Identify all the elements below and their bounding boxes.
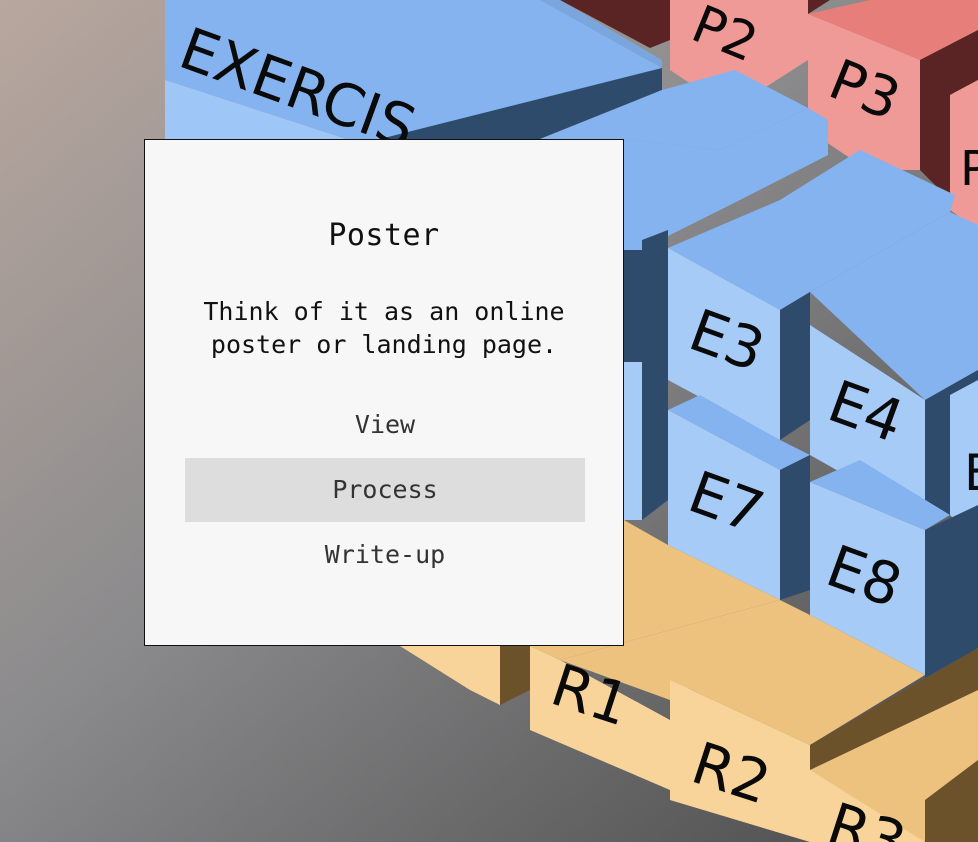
poster-card: Poster Think of it as an online poster o… (144, 139, 624, 646)
menu-item-view[interactable]: View (185, 393, 585, 457)
menu-item-write-up[interactable]: Write-up (185, 523, 585, 587)
card-title: Poster (328, 218, 440, 253)
block-p-partial: P (950, 80, 978, 230)
card-description-line-2: poster or landing page. (210, 330, 558, 359)
block-label-p-partial: P (960, 141, 978, 197)
block-label-e-right: E (964, 444, 978, 502)
card-description-line-1: Think of it as an online (203, 297, 565, 326)
card-description: Think of it as an online poster or landi… (175, 295, 593, 361)
menu-item-process[interactable]: Process (185, 458, 585, 522)
